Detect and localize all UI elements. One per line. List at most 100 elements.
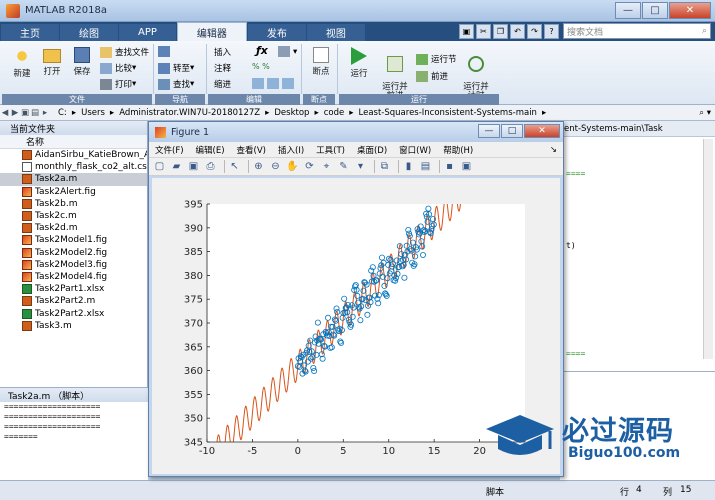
rotate-icon[interactable]: ⟳ bbox=[303, 160, 316, 173]
insert-button[interactable]: 插入 bbox=[214, 46, 231, 58]
find-files-button[interactable]: 查找文件 bbox=[100, 46, 149, 58]
file-item[interactable]: Task2Part2.m bbox=[0, 295, 147, 307]
compare-button[interactable]: 比较 ▾ bbox=[100, 62, 136, 74]
link-plot-icon[interactable]: ⧉ bbox=[378, 160, 391, 173]
tab-plots[interactable]: 绘图 bbox=[60, 24, 118, 41]
y-tick-label: 360 bbox=[184, 366, 203, 377]
file-item[interactable]: Task2b.m bbox=[0, 198, 147, 210]
print-button[interactable]: 打印 ▾ bbox=[100, 78, 136, 90]
save-quick-icon[interactable]: ▣ bbox=[459, 23, 474, 39]
file-item[interactable]: Task2Model1.fig bbox=[0, 234, 147, 246]
new-figure-icon[interactable]: ▢ bbox=[153, 160, 166, 173]
data-cursor-icon[interactable]: ⌖ bbox=[320, 160, 333, 173]
menu-help[interactable]: 帮助(H) bbox=[437, 144, 479, 156]
crumb-project[interactable]: Least-Squares-Inconsistent-Systems-main bbox=[359, 108, 537, 118]
file-item[interactable]: Task2Alert.fig bbox=[0, 186, 147, 198]
menu-file[interactable]: 文件(F) bbox=[149, 144, 190, 156]
minimize-button[interactable]: — bbox=[615, 2, 641, 19]
new-button[interactable]: 新建 bbox=[8, 47, 36, 79]
folder-up-icon[interactable]: ▣ bbox=[20, 108, 30, 118]
run-advance-icon bbox=[387, 56, 403, 72]
editor-scrollbar[interactable] bbox=[703, 139, 713, 359]
pan-icon[interactable]: ✋ bbox=[286, 160, 299, 173]
forward-icon[interactable]: ▶ bbox=[10, 108, 20, 118]
run-section-button[interactable]: 运行节 bbox=[416, 53, 457, 65]
zoom-in-icon[interactable]: ⊕ bbox=[252, 160, 265, 173]
y-tick-label: 385 bbox=[184, 247, 203, 258]
comment-button[interactable]: 注释 bbox=[214, 62, 231, 74]
menu-view[interactable]: 查看(V) bbox=[231, 144, 272, 156]
legend-icon[interactable]: ▤ bbox=[419, 160, 432, 173]
tab-editor[interactable]: 编辑器 bbox=[176, 22, 247, 41]
crumb-user[interactable]: Administrator.WIN7U-20180127Z bbox=[119, 108, 260, 118]
file-item[interactable]: Task2a.m bbox=[0, 173, 147, 186]
tab-publish[interactable]: 发布 bbox=[247, 24, 306, 41]
file-item[interactable]: Task2c.m bbox=[0, 210, 147, 222]
close-button[interactable]: ✕ bbox=[669, 2, 711, 19]
tab-view[interactable]: 视图 bbox=[306, 24, 365, 41]
indent-icons[interactable] bbox=[252, 78, 297, 89]
redo-icon[interactable]: ↷ bbox=[527, 23, 542, 39]
help-icon[interactable]: ? bbox=[544, 23, 559, 39]
file-item[interactable]: Task2Model4.fig bbox=[0, 271, 147, 283]
breakpoints-button[interactable]: 断点 bbox=[306, 47, 336, 77]
crumb-users[interactable]: Users bbox=[81, 108, 105, 118]
save-figure-icon[interactable]: ▣ bbox=[187, 160, 200, 173]
brush-dropdown-icon[interactable]: ▾ bbox=[354, 160, 367, 173]
open-file-icon[interactable]: ▰ bbox=[170, 160, 183, 173]
file-item[interactable]: Task2Part2.xlsx bbox=[0, 307, 147, 319]
file-item[interactable]: Task2d.m bbox=[0, 222, 147, 234]
menu-insert[interactable]: 插入(I) bbox=[272, 144, 310, 156]
print-figure-icon[interactable]: ⎙ bbox=[204, 160, 217, 173]
back-icon[interactable]: ◀ bbox=[0, 108, 10, 118]
file-item[interactable]: Task3.m bbox=[0, 320, 147, 332]
find-button[interactable]: 查找 ▾ bbox=[158, 78, 194, 90]
figure-close-button[interactable]: ✕ bbox=[524, 124, 560, 138]
hide-tools-icon[interactable]: ▪ bbox=[443, 160, 456, 173]
maximize-button[interactable]: □ bbox=[642, 2, 668, 19]
open-button[interactable]: 打开 bbox=[38, 47, 66, 77]
figure-maximize-button[interactable]: □ bbox=[501, 124, 523, 138]
zoom-out-icon[interactable]: ⊖ bbox=[269, 160, 282, 173]
menu-tools[interactable]: 工具(T) bbox=[310, 144, 351, 156]
file-item[interactable]: Task2Model3.fig bbox=[0, 259, 147, 271]
comment-percent-icon[interactable]: % % bbox=[252, 62, 270, 71]
save-button[interactable]: 保存 bbox=[68, 47, 96, 77]
indent-button[interactable]: 缩进 bbox=[214, 78, 231, 90]
run-advance-button[interactable]: 运行并 前进 bbox=[378, 47, 412, 101]
crumb-drive[interactable]: C: bbox=[58, 108, 67, 118]
file-item[interactable]: Task2Part1.xlsx bbox=[0, 283, 147, 295]
tab-home[interactable]: 主页 bbox=[1, 24, 59, 41]
name-column-header[interactable]: 名称 bbox=[0, 135, 147, 149]
undo-icon[interactable]: ↶ bbox=[510, 23, 525, 39]
back-arrow-button[interactable] bbox=[158, 46, 173, 57]
fx-icon[interactable]: ƒx bbox=[256, 44, 268, 57]
goto-button[interactable]: 转至 ▾ bbox=[158, 62, 194, 74]
insert-options-icon[interactable]: ▾ bbox=[278, 46, 297, 57]
copy-icon[interactable]: ❐ bbox=[493, 23, 508, 39]
run-time-button[interactable]: 运行并 计时 bbox=[458, 47, 494, 101]
menu-edit[interactable]: 编辑(E) bbox=[190, 144, 231, 156]
address-search-icon[interactable]: ⌕ ▾ bbox=[699, 108, 711, 118]
advance-button[interactable]: 前进 bbox=[416, 70, 448, 82]
file-item[interactable]: Task2Model2.fig bbox=[0, 247, 147, 259]
search-input[interactable]: 搜索文档 ⌕ bbox=[563, 23, 711, 39]
menu-desktop[interactable]: 桌面(D) bbox=[351, 144, 393, 156]
brush-icon[interactable]: ✎ bbox=[337, 160, 350, 173]
m-file-icon bbox=[22, 198, 32, 209]
crumb-code[interactable]: code bbox=[324, 108, 345, 118]
cut-icon[interactable]: ✂ bbox=[476, 23, 491, 39]
menu-window[interactable]: 窗口(W) bbox=[393, 144, 437, 156]
show-tools-icon[interactable]: ▣ bbox=[460, 160, 473, 173]
crumb-desktop[interactable]: Desktop bbox=[274, 108, 309, 118]
pointer-icon[interactable]: ↖ bbox=[228, 160, 241, 173]
file-item[interactable]: AidanSirbu_KatieBrown_AM bbox=[0, 149, 147, 161]
colorbar-icon[interactable]: ▮ bbox=[402, 160, 415, 173]
tab-apps[interactable]: APP bbox=[119, 24, 176, 41]
figure-minimize-button[interactable]: — bbox=[478, 124, 500, 138]
figure-title-bar[interactable]: Figure 1 — □ ✕ bbox=[149, 122, 563, 142]
menu-dock-icon[interactable]: ↘ bbox=[544, 145, 563, 155]
browse-icon[interactable]: ▤ bbox=[30, 108, 40, 118]
run-button[interactable]: 运行 bbox=[344, 47, 374, 79]
file-item[interactable]: monthly_flask_co2_alt.csv bbox=[0, 161, 147, 173]
